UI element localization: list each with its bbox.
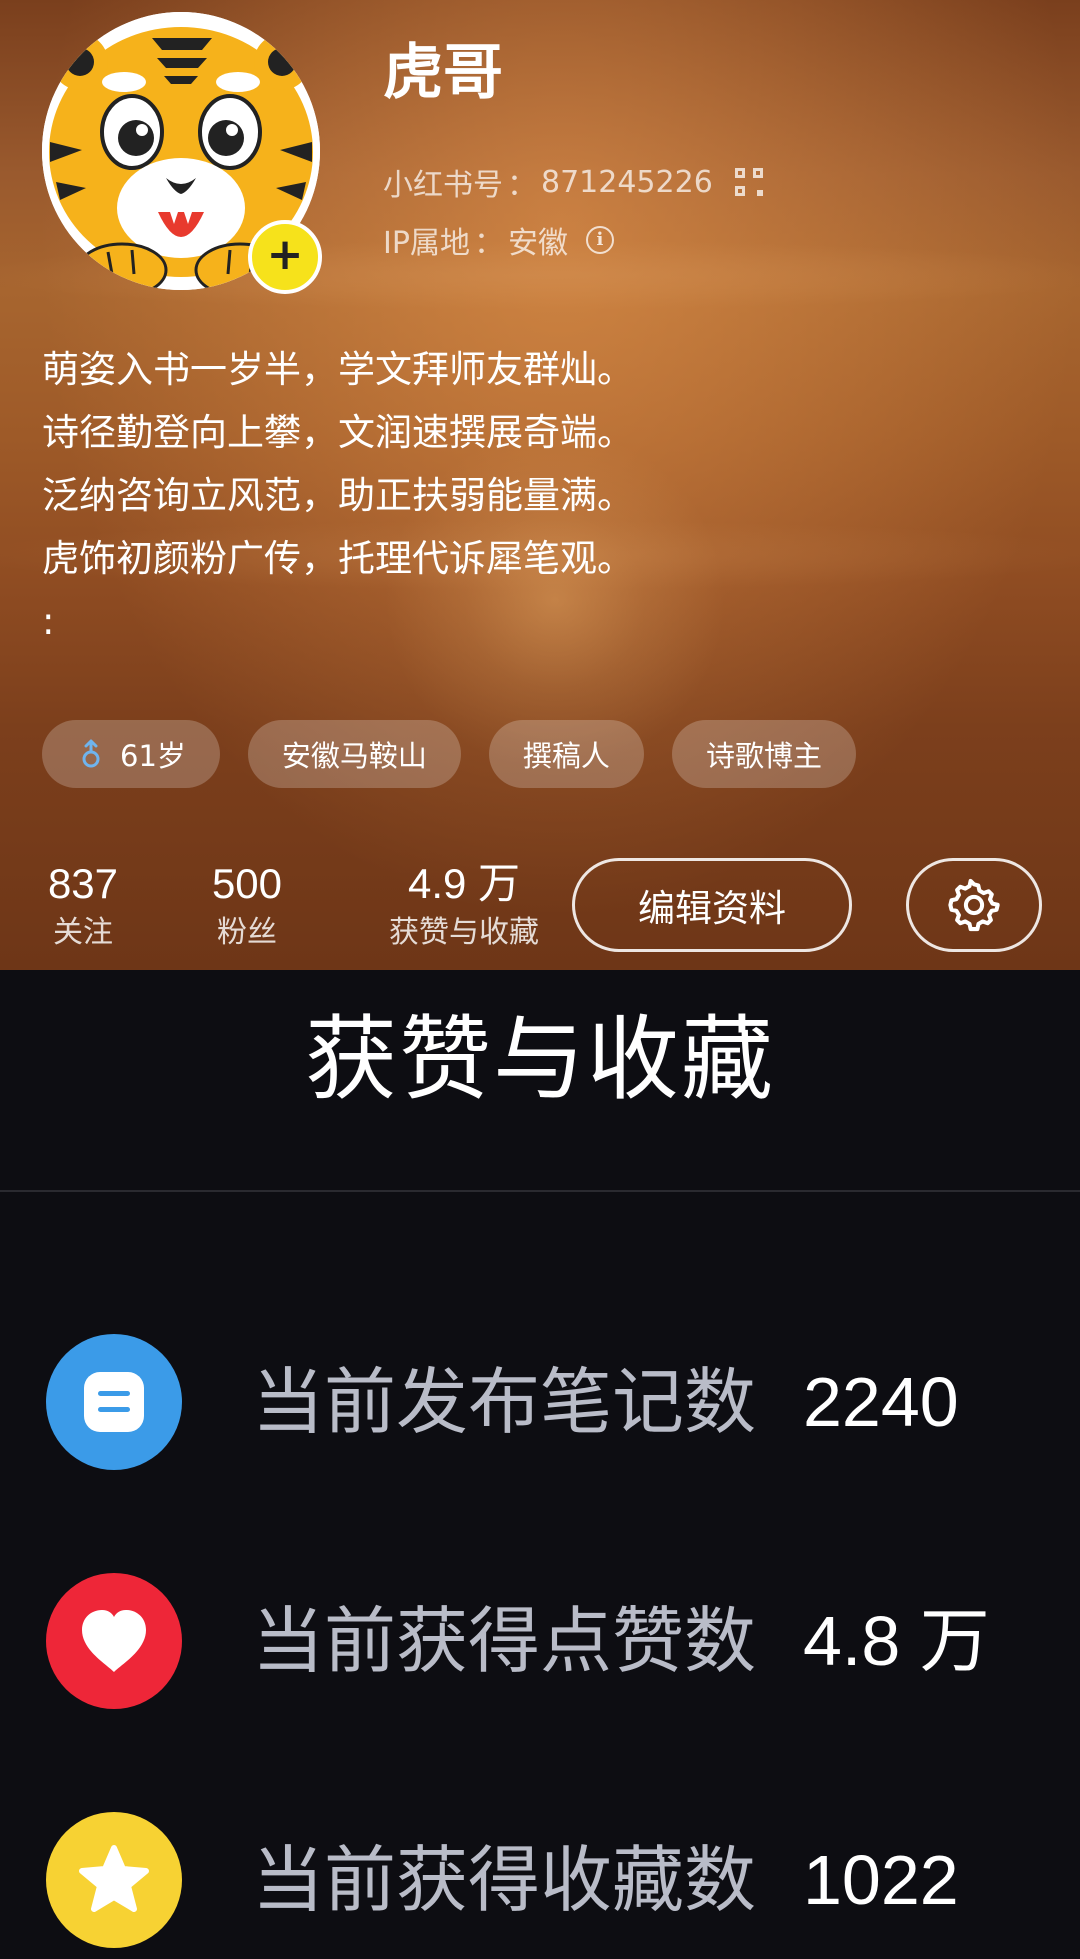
male-icon xyxy=(76,739,106,769)
add-follow-badge[interactable]: + xyxy=(248,220,322,294)
followers-label: 粉丝 xyxy=(217,915,277,950)
avatar-container[interactable]: + xyxy=(42,12,322,294)
settings-button[interactable] xyxy=(906,858,1042,952)
stat-following[interactable]: 837 关注 xyxy=(38,858,128,956)
likes-collections-panel: 获赞与收藏 当前发布笔记数 2240 当前获得点赞数 4.8 万 当前获得收藏数… xyxy=(0,970,1080,1959)
divider xyxy=(0,1190,1080,1192)
likes-row-value: 4.8 万 xyxy=(803,1602,990,1680)
username: 虎哥 xyxy=(383,38,503,108)
account-id-line[interactable]: 小红书号 ： 871245226 xyxy=(383,160,763,204)
tag-occupation[interactable]: 撰稿人 xyxy=(488,720,644,788)
ip-location-line[interactable]: IP属地 ： 安徽 i xyxy=(383,218,614,262)
row-likes: 当前获得点赞数 4.8 万 xyxy=(0,1573,1080,1713)
notes-label: 当前发布笔记数 xyxy=(252,1360,757,1444)
heart-icon xyxy=(46,1573,182,1709)
likes-label: 获赞与收藏 xyxy=(389,915,539,950)
row-notes: 当前发布笔记数 2240 xyxy=(0,1334,1080,1474)
bio-line: 诗径勤登向上攀，文润速撰展奇端。 xyxy=(42,411,634,454)
tag-label: 61岁 xyxy=(120,739,186,773)
stat-likes-collections[interactable]: 4.9 万 获赞与收藏 xyxy=(366,858,562,956)
ip-label: IP属地 xyxy=(383,226,470,261)
likes-row-label: 当前获得点赞数 xyxy=(252,1599,757,1683)
account-id-value: 871245226 xyxy=(541,164,713,200)
likes-count: 4.9 万 xyxy=(407,860,521,907)
following-label: 关注 xyxy=(53,915,113,950)
note-icon xyxy=(46,1334,182,1470)
edit-profile-button[interactable]: 编辑资料 xyxy=(572,858,852,952)
profile-header: + 虎哥 小红书号 ： 871245226 IP属地 ： 安徽 i 萌姿入书一岁… xyxy=(0,0,1080,970)
notes-value: 2240 xyxy=(803,1363,959,1441)
info-icon[interactable]: i xyxy=(585,226,614,254)
panel-title: 获赞与收藏 xyxy=(304,1006,775,1113)
following-count: 837 xyxy=(47,860,119,907)
bio-line: 虎饰初颜粉广传，托理代诉犀笔观。 xyxy=(42,537,634,580)
star-icon xyxy=(46,1812,182,1948)
stat-followers[interactable]: 500 粉丝 xyxy=(202,858,292,956)
row-collections: 当前获得收藏数 1022 xyxy=(0,1812,1080,1952)
separator: ： xyxy=(473,226,504,261)
tag-list: 61岁 安徽马鞍山 撰稿人 诗歌博主 xyxy=(42,720,856,788)
tag-age[interactable]: 61岁 xyxy=(42,720,220,788)
bio-line: 泛纳咨询立风范，助正扶弱能量满。 xyxy=(42,474,634,517)
tag-label: 安徽马鞍山 xyxy=(281,739,427,773)
profile-screen: + 虎哥 小红书号 ： 871245226 IP属地 ： 安徽 i 萌姿入书一岁… xyxy=(0,0,1080,1959)
bio: 萌姿入书一岁半，学文拜师友群灿。 诗径勤登向上攀，文润速撰展奇端。 泛纳咨询立风… xyxy=(42,338,1042,653)
tag-location[interactable]: 安徽马鞍山 xyxy=(247,720,461,788)
collections-value: 1022 xyxy=(803,1841,959,1919)
collections-label: 当前获得收藏数 xyxy=(252,1838,757,1922)
bio-line: : xyxy=(42,600,55,643)
tag-label: 诗歌博主 xyxy=(705,739,822,773)
plus-icon: + xyxy=(266,229,304,280)
tag-category[interactable]: 诗歌博主 xyxy=(671,720,856,788)
separator: ： xyxy=(507,168,537,203)
tag-label: 撰稿人 xyxy=(522,739,610,773)
account-id-label: 小红书号 xyxy=(383,168,503,203)
followers-count: 500 xyxy=(211,860,283,907)
bio-line: 萌姿入书一岁半，学文拜师友群灿。 xyxy=(42,348,634,391)
qr-code-icon[interactable] xyxy=(734,168,763,196)
ip-value: 安徽 xyxy=(507,226,568,261)
gear-icon xyxy=(948,878,1000,932)
